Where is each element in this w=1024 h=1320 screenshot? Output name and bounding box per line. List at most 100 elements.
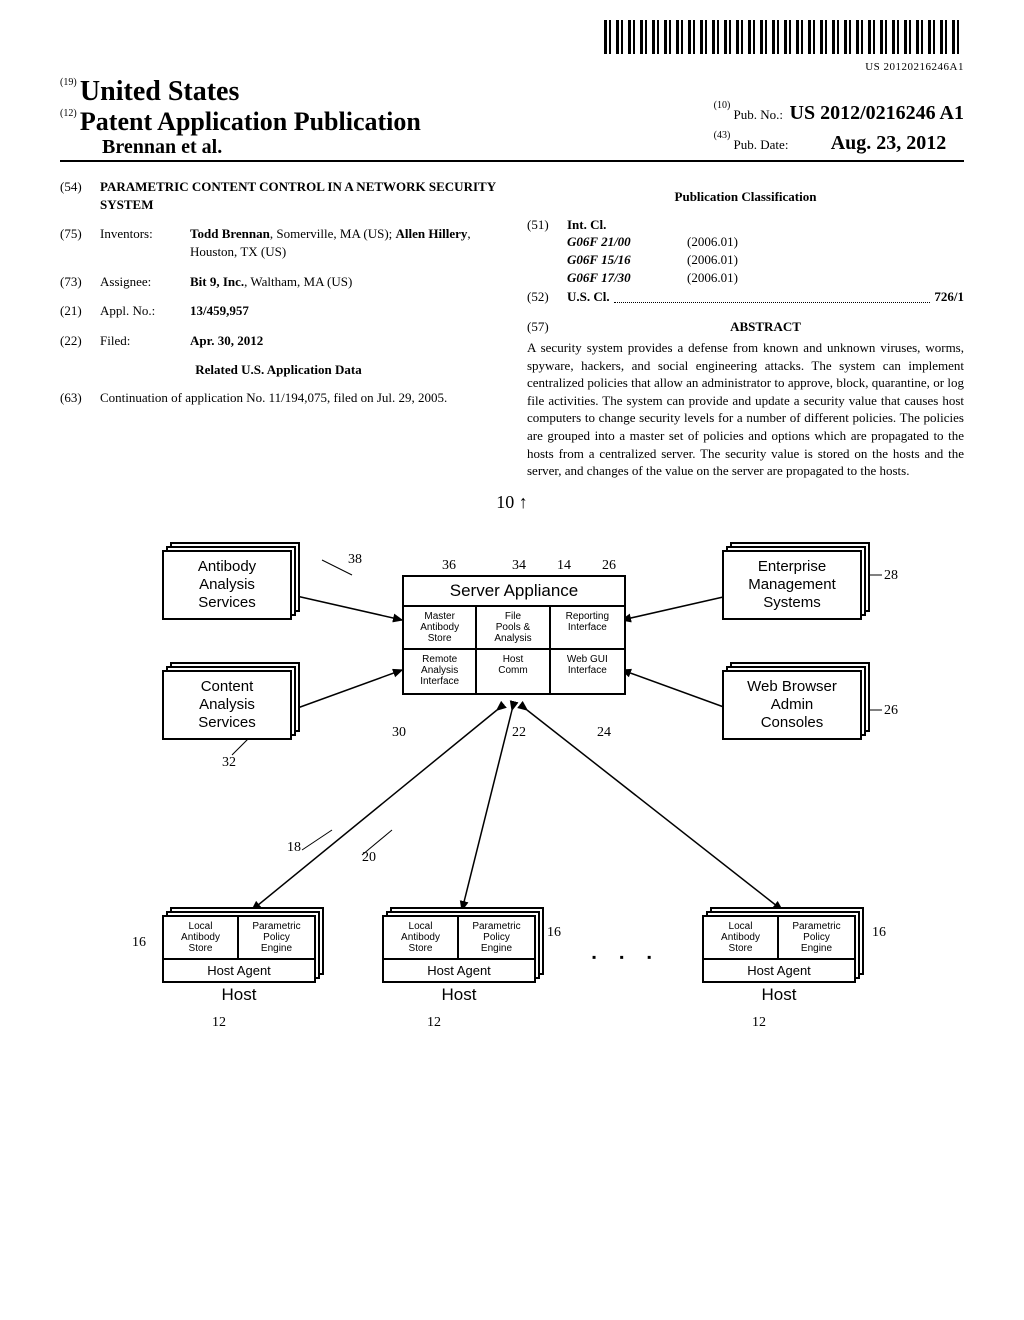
inventor-2: Allen Hillery <box>396 226 468 241</box>
header-left: (19) United States (12) Patent Applicati… <box>60 77 421 158</box>
assignee-label: Assignee: <box>100 273 190 291</box>
header: (19) United States (12) Patent Applicati… <box>60 77 964 162</box>
code-75: (75) <box>60 225 100 260</box>
code-43: (43) <box>714 130 731 141</box>
box-antibody-services: Antibody Analysis Services <box>162 550 292 620</box>
pubdate-label: Pub. Date: <box>734 137 789 152</box>
host-agent-box: Local Antibody Store Parametric Policy E… <box>702 915 856 983</box>
related-app: Continuation of application No. 11/194,0… <box>100 389 497 407</box>
appl-number: 13/459,957 <box>190 302 497 320</box>
inventors-label: Inventors: <box>100 225 190 260</box>
cell-reporting-interface: Reporting Interface <box>551 607 624 650</box>
server-title: Server Appliance <box>404 577 624 605</box>
code-21: (21) <box>60 302 100 320</box>
cell-web-gui-interface: Web GUI Interface <box>551 650 624 693</box>
ref-14: 14 <box>557 558 571 574</box>
barcode-label: US 20120216246A1 <box>60 61 964 73</box>
code-19: (19) <box>60 77 77 88</box>
ref-22: 22 <box>512 725 526 741</box>
related-heading: Related U.S. Application Data <box>60 361 497 379</box>
uscl-label: U.S. Cl. <box>567 289 610 304</box>
host-agent-box: Local Antibody Store Parametric Policy E… <box>382 915 536 983</box>
code-57: (57) <box>527 318 567 336</box>
bibliographic-data: (54) PARAMETRIC CONTENT CONTROL IN A NET… <box>60 178 964 479</box>
ref-26a: 26 <box>602 558 616 574</box>
pub-number: US 2012/0216246 A1 <box>790 102 964 124</box>
code-63: (63) <box>60 389 100 407</box>
ref-20: 20 <box>362 850 376 866</box>
assignee-name: Bit 9, Inc. <box>190 274 244 289</box>
assignee: Bit 9, Inc., Waltham, MA (US) <box>190 273 497 291</box>
ref-16c: 16 <box>872 925 886 941</box>
ref-36: 36 <box>442 558 456 574</box>
box-web-browser-consoles: Web Browser Admin Consoles <box>722 670 862 740</box>
host-label: Host <box>162 985 316 1005</box>
ref-16a: 16 <box>132 935 146 951</box>
barcode-area: US 20120216246A1 <box>60 20 964 73</box>
ref-38: 38 <box>348 552 362 568</box>
cell-local-antibody-store: Local Antibody Store <box>704 917 779 960</box>
cell-parametric-policy-engine: Parametric Policy Engine <box>779 917 854 960</box>
box-content-services: Content Analysis Services <box>162 670 292 740</box>
ref-16b: 16 <box>547 925 561 941</box>
cell-parametric-policy-engine: Parametric Policy Engine <box>459 917 534 960</box>
code-10: (10) <box>714 100 731 111</box>
assignee-loc: , Waltham, MA (US) <box>244 274 352 289</box>
ref-18: 18 <box>287 840 301 856</box>
code-73: (73) <box>60 273 100 291</box>
cell-file-pools-analysis: File Pools & Analysis <box>477 607 550 650</box>
barcode-icon <box>604 20 964 54</box>
host-agent-box: Local Antibody Store Parametric Policy E… <box>162 915 316 983</box>
intcl-row: G06F 21/00(2006.01) <box>567 233 964 251</box>
author-line: Brennan et al. <box>102 136 421 158</box>
ref-12c: 12 <box>752 1015 766 1031</box>
ref-32: 32 <box>222 755 236 771</box>
cell-remote-analysis-interface: Remote Analysis Interface <box>404 650 477 693</box>
ref-12b: 12 <box>427 1015 441 1031</box>
country: United States <box>80 76 239 107</box>
ref-34: 34 <box>512 558 526 574</box>
cell-master-antibody-store: Master Antibody Store <box>404 607 477 650</box>
filed-date: Apr. 30, 2012 <box>190 332 497 350</box>
host-block-1: Local Antibody Store Parametric Policy E… <box>162 915 316 1005</box>
code-22: (22) <box>60 332 100 350</box>
left-column: (54) PARAMETRIC CONTENT CONTROL IN A NET… <box>60 178 497 479</box>
filed-label: Filed: <box>100 332 190 350</box>
pub-type: Patent Application Publication <box>80 107 421 136</box>
intcl-row: G06F 15/16(2006.01) <box>567 251 964 269</box>
pubclass-heading: Publication Classification <box>527 188 964 206</box>
host-agent-label: Host Agent <box>704 960 854 981</box>
ref-28: 28 <box>884 568 898 584</box>
figure-1: 10 ↑ <box>60 520 964 1080</box>
inventors: Todd Brennan, Somerville, MA (US); Allen… <box>190 225 497 260</box>
box-server-appliance: Server Appliance Master Antibody Store F… <box>402 575 626 695</box>
pub-date: Aug. 23, 2012 <box>831 132 947 154</box>
intcl-row: G06F 17/30(2006.01) <box>567 269 964 287</box>
header-right: (10) Pub. No.: US 2012/0216246 A1 (43) P… <box>714 98 964 158</box>
ref-26b: 26 <box>884 703 898 719</box>
host-label: Host <box>382 985 536 1005</box>
ref-24: 24 <box>597 725 611 741</box>
box-enterprise-mgmt: Enterprise Management Systems <box>722 550 862 620</box>
abstract-text: A security system provides a defense fro… <box>527 339 964 479</box>
ellipsis-icon: ▪ ▪ ▪ <box>592 950 661 964</box>
code-52: (52) <box>527 288 567 306</box>
ref-30: 30 <box>392 725 406 741</box>
code-51: (51) <box>527 216 567 286</box>
cell-host-comm: Host Comm <box>477 650 550 693</box>
invention-title: PARAMETRIC CONTENT CONTROL IN A NETWORK … <box>100 178 497 213</box>
host-agent-label: Host Agent <box>164 960 314 981</box>
code-12: (12) <box>60 108 77 119</box>
inventor-1-loc: , Somerville, MA (US); <box>270 226 396 241</box>
cell-local-antibody-store: Local Antibody Store <box>384 917 459 960</box>
right-column: Publication Classification (51) Int. Cl.… <box>527 178 964 479</box>
host-block-3: Local Antibody Store Parametric Policy E… <box>702 915 856 1005</box>
appl-label: Appl. No.: <box>100 302 190 320</box>
intcl-label: Int. Cl. <box>567 216 964 234</box>
ref-12a: 12 <box>212 1015 226 1031</box>
abstract-heading: ABSTRACT <box>567 318 964 336</box>
patent-page: US 20120216246A1 (19) United States (12)… <box>0 0 1024 1320</box>
inventor-1: Todd Brennan <box>190 226 270 241</box>
ref-10: 10 ↑ <box>496 492 528 513</box>
host-agent-label: Host Agent <box>384 960 534 981</box>
